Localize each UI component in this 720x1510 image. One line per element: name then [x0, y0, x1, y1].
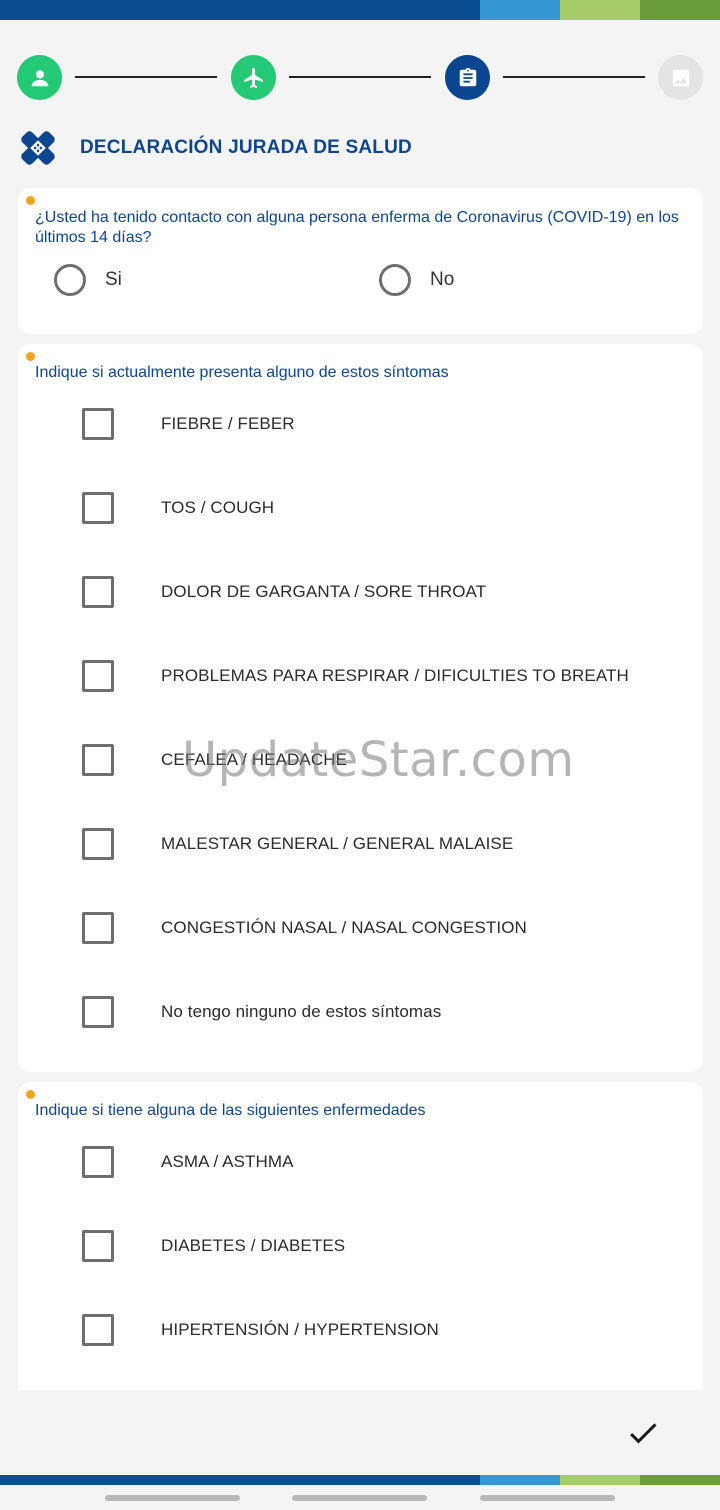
- checkbox[interactable]: [82, 912, 114, 944]
- checkbox[interactable]: [82, 744, 114, 776]
- diseases-card: Indique si tiene alguna de las siguiente…: [18, 1082, 703, 1390]
- radio-label: No: [430, 269, 455, 290]
- step-personal-info[interactable]: [17, 55, 62, 100]
- contact-question-card: ¿Usted ha tenido contacto con alguna per…: [18, 188, 703, 334]
- required-indicator: [26, 196, 35, 205]
- symptom-checkbox-fever[interactable]: FIEBRE / FEBER: [82, 408, 295, 440]
- symptom-checkbox-nasal-congestion[interactable]: CONGESTIÓN NASAL / NASAL CONGESTION: [82, 912, 527, 944]
- bottom-brand-stripe: [0, 1475, 720, 1485]
- symptom-checkbox-none[interactable]: No tengo ninguno de estos síntomas: [82, 996, 441, 1028]
- disease-checkbox-asthma[interactable]: ASMA / ASTHMA: [82, 1146, 294, 1178]
- page-title: DECLARACIÓN JURADA DE SALUD: [80, 137, 412, 158]
- required-indicator: [26, 352, 35, 361]
- step-health-declaration[interactable]: [445, 55, 490, 100]
- checkbox-label: PROBLEMAS PARA RESPIRAR / DIFICULTIES TO…: [161, 666, 629, 685]
- nav-home-pill[interactable]: [292, 1495, 427, 1501]
- symptom-checkbox-breathing[interactable]: PROBLEMAS PARA RESPIRAR / DIFICULTIES TO…: [82, 660, 629, 692]
- checkbox[interactable]: [82, 492, 114, 524]
- step-connector: [503, 76, 645, 78]
- step-flight-info[interactable]: [231, 55, 276, 100]
- step-connector: [289, 76, 431, 78]
- checkbox[interactable]: [82, 828, 114, 860]
- person-icon: [31, 69, 48, 86]
- image-icon: [672, 69, 689, 86]
- checkbox-label: MALESTAR GENERAL / GENERAL MALAISE: [161, 834, 514, 853]
- checkbox[interactable]: [82, 660, 114, 692]
- checkbox[interactable]: [82, 1314, 114, 1346]
- top-brand-stripe: [0, 0, 720, 20]
- checkmark-icon: [630, 1423, 657, 1444]
- checkbox-label: FIEBRE / FEBER: [161, 414, 295, 433]
- checkbox-label: No tengo ninguno de estos síntomas: [161, 1002, 442, 1021]
- checkbox-label: DIABETES / DIABETES: [161, 1236, 346, 1255]
- clipboard-icon: [459, 67, 476, 86]
- checkbox-label: CEFALEA / HEADACHE: [161, 750, 348, 769]
- symptom-checkbox-cough[interactable]: TOS / COUGH: [82, 492, 274, 524]
- diseases-question-text: Indique si tiene alguna de las siguiente…: [35, 1102, 426, 1119]
- checkbox-label: DOLOR DE GARGANTA / SORE THROAT: [161, 582, 487, 601]
- checkbox-label: HIPERTENSIÓN / HYPERTENSION: [161, 1320, 439, 1339]
- required-indicator: [26, 1090, 35, 1099]
- checkbox[interactable]: [82, 996, 114, 1028]
- checkbox[interactable]: [82, 408, 114, 440]
- symptom-checkbox-malaise[interactable]: MALESTAR GENERAL / GENERAL MALAISE: [82, 828, 513, 860]
- radio-option-no[interactable]: No: [379, 264, 454, 296]
- step-photo[interactable]: [658, 55, 703, 100]
- symptoms-card: Indique si actualmente presenta alguno d…: [18, 344, 703, 1072]
- radio-button[interactable]: [379, 264, 411, 296]
- progress-stepper: [17, 55, 703, 100]
- checkbox[interactable]: [82, 1146, 114, 1178]
- checkbox-label: CONGESTIÓN NASAL / NASAL CONGESTION: [161, 918, 527, 937]
- checkbox[interactable]: [82, 1230, 114, 1262]
- system-navigation-bar: [0, 1485, 720, 1510]
- checkbox-label: ASMA / ASTHMA: [161, 1152, 294, 1171]
- symptoms-question-text: Indique si actualmente presenta alguno d…: [35, 364, 449, 381]
- symptom-checkbox-headache[interactable]: CEFALEA / HEADACHE: [82, 744, 347, 776]
- bandage-icon: [21, 131, 55, 165]
- submit-button[interactable]: [620, 1410, 666, 1456]
- nav-back-pill[interactable]: [105, 1495, 240, 1501]
- checkbox-label: TOS / COUGH: [161, 498, 275, 517]
- step-connector: [75, 76, 217, 78]
- airplane-icon: [243, 67, 263, 88]
- symptom-checkbox-sore-throat[interactable]: DOLOR DE GARGANTA / SORE THROAT: [82, 576, 486, 608]
- nav-recents-pill[interactable]: [480, 1495, 615, 1501]
- disease-checkbox-diabetes[interactable]: DIABETES / DIABETES: [82, 1230, 345, 1262]
- section-header: DECLARACIÓN JURADA DE SALUD: [18, 128, 412, 168]
- radio-option-si[interactable]: Si: [54, 264, 122, 296]
- checkbox[interactable]: [82, 576, 114, 608]
- radio-button[interactable]: [54, 264, 86, 296]
- disease-checkbox-hypertension[interactable]: HIPERTENSIÓN / HYPERTENSION: [82, 1314, 439, 1346]
- contact-question-text: ¿Usted ha tenido contacto con alguna per…: [35, 209, 679, 246]
- radio-label: Si: [105, 269, 122, 290]
